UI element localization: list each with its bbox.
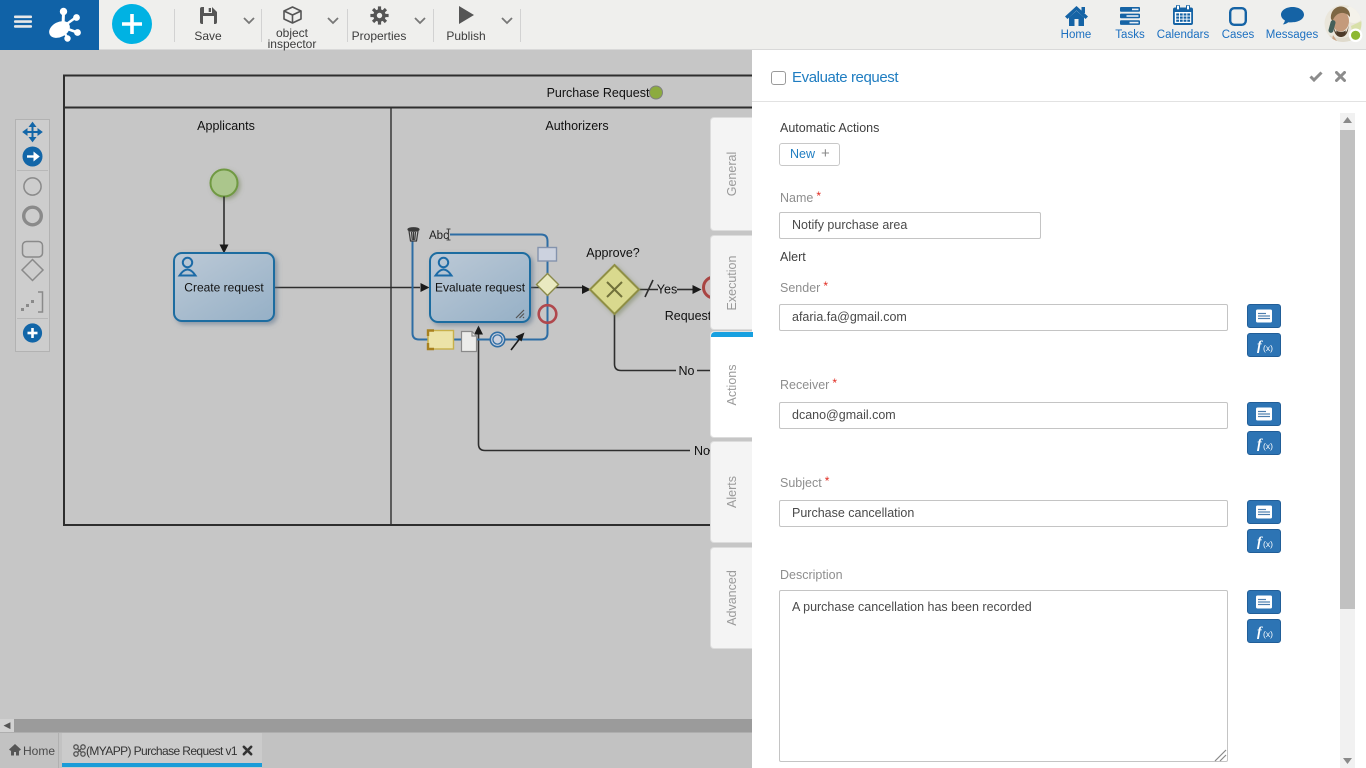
svg-text:Approve?: Approve?	[586, 246, 640, 260]
svg-text:Request: Request	[665, 309, 712, 323]
svg-text:Abc: Abc	[429, 230, 449, 242]
svg-text:Create request: Create request	[184, 281, 264, 295]
svg-text:(x): (x)	[1263, 629, 1273, 639]
svg-text:(x): (x)	[1263, 343, 1273, 353]
svg-text:Purchase Request: Purchase Request	[547, 86, 650, 100]
svg-text:(x): (x)	[1263, 539, 1273, 549]
svg-text:Applicants: Applicants	[197, 119, 255, 133]
svg-text:Authorizers: Authorizers	[545, 119, 608, 133]
svg-text:Evaluate request: Evaluate request	[435, 281, 526, 295]
svg-text:No: No	[694, 444, 710, 458]
svg-text:No: No	[679, 364, 695, 378]
svg-text:(x): (x)	[1263, 441, 1273, 451]
svg-text:Yes: Yes	[657, 283, 677, 297]
